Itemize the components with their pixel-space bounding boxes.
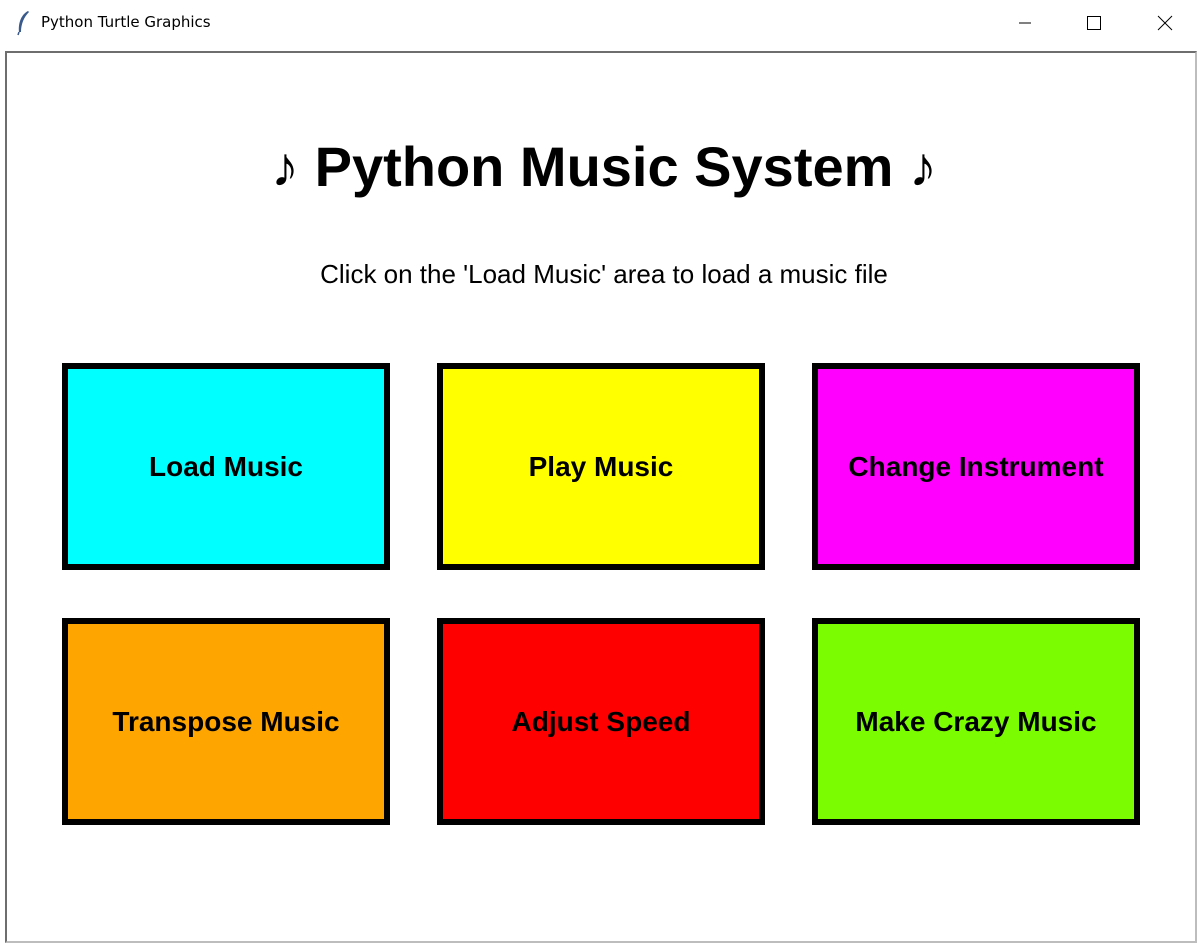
- minimize-button[interactable]: [1002, 0, 1048, 46]
- turtle-canvas[interactable]: ♪ Python Music System ♪ Click on the 'Lo…: [7, 53, 1195, 941]
- adjust-speed-button[interactable]: Adjust Speed: [437, 618, 765, 825]
- play-music-button[interactable]: Play Music: [437, 363, 765, 570]
- close-icon: [1157, 15, 1173, 31]
- instruction-text: Click on the 'Load Music' area to load a…: [320, 259, 888, 289]
- transpose-music-label: Transpose Music: [112, 705, 340, 737]
- close-button[interactable]: [1142, 0, 1188, 46]
- maximize-icon: [1087, 16, 1101, 30]
- make-crazy-music-button[interactable]: Make Crazy Music: [812, 618, 1140, 825]
- load-music-button[interactable]: Load Music: [62, 363, 390, 570]
- change-instrument-label: Change Instrument: [848, 450, 1104, 482]
- page-title: ♪ Python Music System ♪: [271, 135, 937, 198]
- window-title: Python Turtle Graphics: [41, 13, 211, 31]
- transpose-music-button[interactable]: Transpose Music: [62, 618, 390, 825]
- title-bar[interactable]: Python Turtle Graphics: [0, 0, 1202, 46]
- make-crazy-music-label: Make Crazy Music: [855, 705, 1097, 737]
- maximize-button[interactable]: [1071, 0, 1117, 46]
- minimize-icon: [1019, 22, 1031, 24]
- load-music-label: Load Music: [148, 450, 303, 482]
- feather-icon: [17, 11, 29, 36]
- play-music-label: Play Music: [528, 450, 674, 482]
- adjust-speed-label: Adjust Speed: [511, 705, 691, 737]
- change-instrument-button[interactable]: Change Instrument: [812, 363, 1140, 570]
